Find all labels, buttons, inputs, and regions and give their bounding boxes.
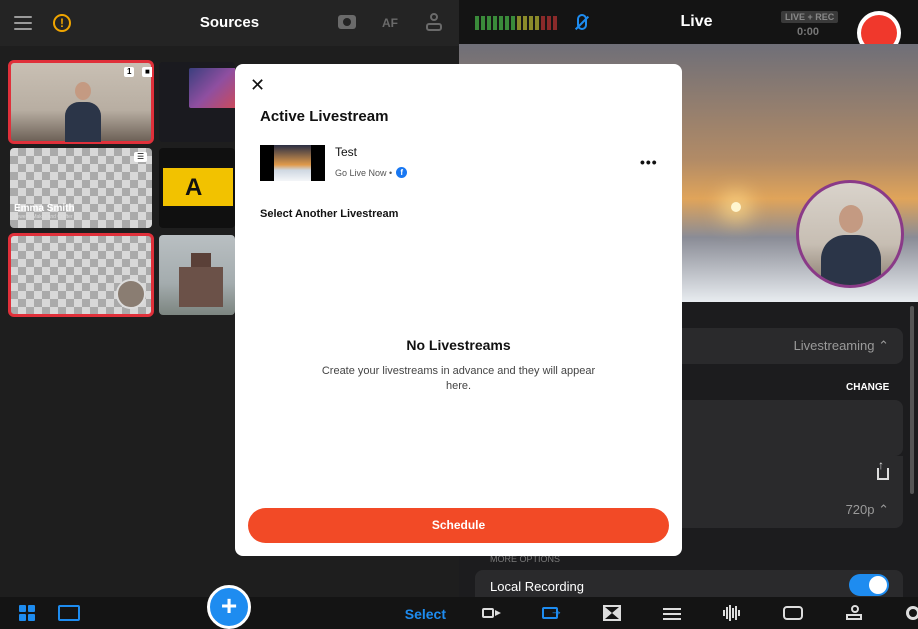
source-tile-camera[interactable]: 1 ■ (8, 60, 154, 144)
video-camera-icon[interactable] (482, 608, 501, 618)
person-icon[interactable] (426, 13, 442, 33)
schedule-button[interactable]: Schedule (248, 508, 669, 543)
local-recording-label: Local Recording (490, 579, 584, 594)
empty-state-title: No Livestreams (406, 337, 511, 353)
sun (731, 202, 741, 212)
layout-view-icon[interactable] (58, 605, 80, 621)
graphic-letter: A (185, 174, 203, 201)
local-recording-row: Local Recording (475, 570, 903, 600)
stream-title: Test (335, 145, 358, 159)
audio-waveform-icon[interactable] (723, 605, 741, 621)
resolution-value: 720p ⌃ (845, 502, 889, 517)
add-source-button[interactable]: + (207, 585, 251, 629)
close-icon[interactable]: ✕ (250, 76, 265, 94)
local-recording-toggle[interactable] (849, 574, 889, 596)
live-toolbar: Live LIVE + REC 0:00 (459, 0, 918, 55)
modal-heading: Active Livestream (260, 108, 389, 125)
settings-gear-icon[interactable] (906, 606, 918, 620)
stream-status: Go Live Now • (335, 167, 393, 178)
source-tile-image[interactable] (159, 235, 235, 315)
settings-scrollbar[interactable] (910, 306, 914, 494)
empty-state-description: Create your livestreams in advance and t… (321, 365, 596, 392)
pip-camera-overlay (796, 180, 904, 288)
loop-icon[interactable] (783, 606, 803, 620)
source-tile-lower-third[interactable]: ☰ Emma Smith Jewelry Maker and Crafter (10, 148, 152, 228)
transition-icon[interactable] (603, 605, 621, 621)
live-title: Live (680, 13, 713, 30)
autofocus-button[interactable]: AF (382, 16, 398, 30)
grid-view-icon[interactable] (19, 605, 35, 621)
source-tile-graphic[interactable]: A (159, 148, 235, 228)
output-icon[interactable] (542, 603, 563, 619)
more-options-icon[interactable]: ••• (640, 154, 658, 170)
select-livestream-heading: Select Another Livestream (260, 208, 399, 220)
stream-thumbnail (260, 145, 325, 181)
layers-icon: ☰ (134, 152, 148, 162)
guest-icon[interactable] (846, 605, 864, 621)
destination-value: Livestreaming ⌃ (793, 338, 889, 353)
facebook-icon: f (396, 167, 408, 178)
lower-third-text: Emma Smith Jewelry Maker and Crafter (14, 203, 75, 220)
mixer-icon[interactable] (663, 605, 681, 621)
pip-avatar (116, 279, 146, 309)
select-button[interactable]: Select (405, 606, 446, 622)
source-number-badge: 1 (124, 67, 135, 77)
live-rec-badge: LIVE + REC (781, 11, 839, 23)
lower-third-subtitle: Jewelry Maker and Crafter (14, 214, 73, 220)
app-window: ! Sources AF 1 ■ ☰ Emma Smith Jewelry Ma… (0, 0, 918, 629)
change-button[interactable]: CHANGE (846, 382, 889, 393)
active-livestream-modal: ✕ Active Livestream Test Go Live Now • f… (235, 64, 682, 556)
sources-toolbar: ! Sources AF (0, 0, 459, 46)
share-icon[interactable] (877, 458, 889, 480)
lower-third-name: Emma Smith (14, 203, 75, 214)
live-bottom-bar (459, 597, 918, 629)
source-tile-pip[interactable] (8, 233, 154, 317)
stream-subtitle: Go Live Now • f (335, 167, 408, 178)
record-timer: 0:00 (797, 26, 820, 38)
video-icon: ■ (142, 67, 152, 77)
source-tile-screen[interactable] (159, 62, 235, 142)
camera-icon[interactable] (338, 15, 356, 29)
